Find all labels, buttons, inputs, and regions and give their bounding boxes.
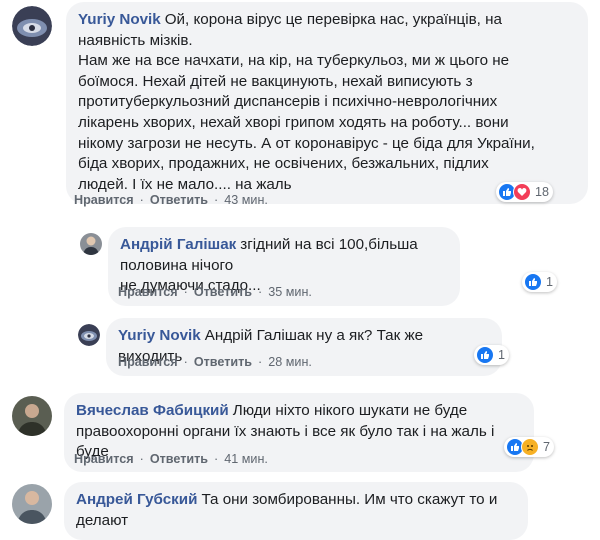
avatar[interactable] xyxy=(80,233,102,255)
reaction-count: 7 xyxy=(543,440,551,454)
avatar[interactable] xyxy=(12,396,52,436)
comment-timestamp[interactable]: 28 мин. xyxy=(268,355,312,369)
reply-link[interactable]: Ответить xyxy=(194,355,252,369)
comment-actions: Нравится · Ответить · 28 мин. xyxy=(118,355,312,369)
comment-text: Ой, корона вірус це перевірка нас, украї… xyxy=(78,11,535,193)
reaction-summary[interactable]: 1 xyxy=(474,345,510,365)
comment-actions: Нравится · Ответить · 35 мин. xyxy=(118,285,312,299)
like-link[interactable]: Нравится xyxy=(74,452,134,466)
comment-author[interactable]: Yuriy Novik xyxy=(118,327,201,344)
like-icon xyxy=(476,346,494,364)
reply-link[interactable]: Ответить xyxy=(194,285,252,299)
comment-bubble: Yuriy Novik Ой, корона вірус це перевірка… xyxy=(66,2,588,205)
comment-timestamp[interactable]: 41 мин. xyxy=(224,452,268,466)
reaction-summary[interactable]: 18 xyxy=(496,182,554,202)
comment-author[interactable]: Yuriy Novik xyxy=(78,11,161,28)
like-icon xyxy=(524,273,542,291)
like-link[interactable]: Нравится xyxy=(118,285,178,299)
reply-link[interactable]: Ответить xyxy=(150,452,208,466)
comment-actions: Нравится · Ответить · 43 мин. xyxy=(74,193,268,207)
comment-author[interactable]: Андрей Губский xyxy=(76,491,197,508)
avatar[interactable] xyxy=(12,6,52,46)
sad-icon xyxy=(521,438,539,456)
comment-author[interactable]: Вячеслав Фабицкий xyxy=(76,402,229,419)
reaction-summary[interactable]: 7 xyxy=(504,437,555,457)
reaction-count: 1 xyxy=(498,348,506,362)
love-icon xyxy=(513,183,531,201)
like-link[interactable]: Нравится xyxy=(74,193,134,207)
comment-bubble: Андрей Губский Та они зомбированны. Им чт… xyxy=(64,482,528,540)
comment-timestamp[interactable]: 35 мин. xyxy=(268,285,312,299)
reply-link[interactable]: Ответить xyxy=(150,193,208,207)
comment-timestamp[interactable]: 43 мин. xyxy=(224,193,268,207)
comment-actions: Нравится · Ответить · 41 мин. xyxy=(74,452,268,466)
reaction-count: 1 xyxy=(546,275,554,289)
reaction-count: 18 xyxy=(535,185,550,199)
like-link[interactable]: Нравится xyxy=(118,355,178,369)
reaction-summary[interactable]: 1 xyxy=(522,272,558,292)
avatar[interactable] xyxy=(78,324,100,346)
avatar[interactable] xyxy=(12,484,52,524)
comment-author[interactable]: Андрій Галішак xyxy=(120,236,236,253)
